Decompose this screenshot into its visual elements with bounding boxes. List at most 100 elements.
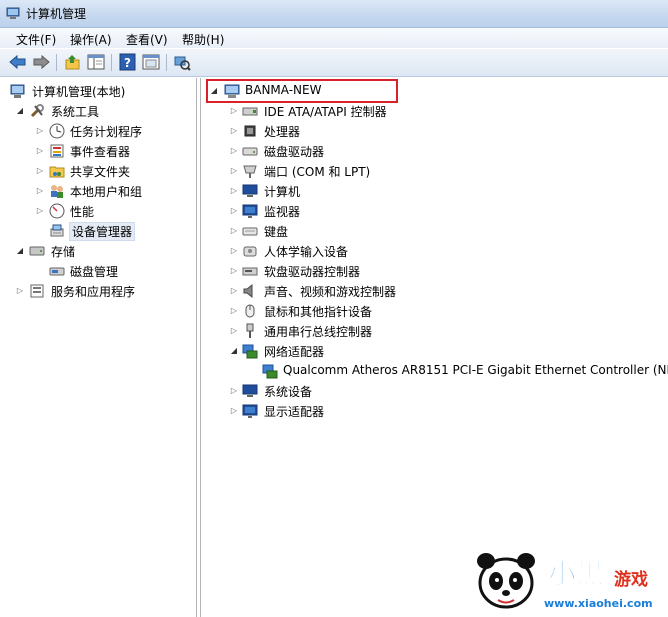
device-category-processor[interactable]: ▷ 处理器	[227, 121, 657, 141]
processor-icon	[244, 125, 256, 137]
expand-arrow-icon[interactable]: ▷	[229, 125, 239, 137]
device-category-label: 监视器	[264, 205, 301, 219]
expand-arrow-icon[interactable]: ▷	[229, 325, 239, 337]
device-category-sound[interactable]: ▷ 声音、视频和游戏控制器	[227, 281, 657, 301]
forward-icon[interactable]	[31, 53, 51, 71]
collapse-arrow-icon[interactable]: ◢	[15, 105, 25, 117]
device-category-label: 通用串行总线控制器	[264, 325, 373, 339]
properties-icon[interactable]	[141, 53, 161, 71]
device-category-floppy-controller[interactable]: ▷ 软盘驱动器控制器	[227, 261, 657, 281]
users-icon	[51, 185, 63, 198]
device-category-label: 网络适配器	[264, 345, 325, 359]
expand-arrow-icon[interactable]: ▷	[229, 105, 239, 117]
device-category-mice[interactable]: ▷ 鼠标和其他指针设备	[227, 301, 657, 321]
device-category-ports[interactable]: ▷ 端口 (COM 和 LPT)	[227, 161, 657, 181]
toolbar: ?	[0, 49, 668, 77]
monitor-icon	[242, 204, 258, 218]
menu-action[interactable]: 操作(A)	[70, 31, 112, 48]
tree-label: 系统工具	[51, 105, 100, 119]
window-title: 计算机管理	[26, 7, 87, 21]
clock-icon	[49, 123, 65, 139]
device-root-computer[interactable]: ◢ BANMA-NEW	[207, 81, 657, 101]
tools-icon	[30, 104, 44, 118]
back-icon[interactable]	[8, 53, 28, 71]
device-category-network[interactable]: ◢ 网络适配器	[227, 341, 657, 361]
tree-item-storage[interactable]: ◢ 存储	[7, 241, 192, 261]
expand-arrow-icon[interactable]: ▷	[35, 185, 45, 197]
device-category-monitors[interactable]: ▷ 监视器	[227, 201, 657, 221]
tree-item-local-users[interactable]: ▷ 本地用户和组	[7, 181, 192, 201]
expand-arrow-icon[interactable]: ▷	[229, 205, 239, 217]
show-hide-tree-icon[interactable]	[86, 53, 106, 71]
expand-arrow-icon[interactable]: ▷	[229, 145, 239, 157]
device-category-hid[interactable]: ▷ 人体学输入设备	[227, 241, 657, 261]
expand-arrow-icon[interactable]: ▷	[229, 305, 239, 317]
expand-arrow-icon[interactable]: ▷	[229, 225, 239, 237]
services-icon	[30, 284, 44, 298]
display-adapter-icon	[242, 404, 258, 418]
device-category-label: 声音、视频和游戏控制器	[264, 285, 397, 299]
collapse-arrow-icon[interactable]: ◢	[209, 85, 219, 97]
expand-arrow-icon[interactable]: ▷	[229, 165, 239, 177]
menu-view[interactable]: 查看(V)	[126, 31, 168, 48]
tree-label: 磁盘管理	[70, 265, 119, 279]
speaker-icon	[243, 283, 253, 299]
computer-icon	[242, 184, 258, 197]
tree-item-system-tools[interactable]: ◢ 系统工具	[7, 101, 192, 121]
tree-label: 计算机管理(本地)	[32, 85, 126, 99]
tree-label: 性能	[70, 205, 95, 219]
computer-management-icon	[6, 7, 20, 19]
device-category-computer[interactable]: ▷ 计算机	[227, 181, 657, 201]
device-category-label: 人体学输入设备	[264, 245, 349, 259]
tree-label: 任务计划程序	[70, 125, 143, 139]
expand-arrow-icon[interactable]: ▷	[35, 145, 45, 157]
device-category-ide[interactable]: ▷ IDE ATA/ATAPI 控制器	[227, 101, 657, 121]
tree-item-disk-management[interactable]: 磁盘管理	[7, 261, 192, 281]
svg-text:www.xiaohei.com: www.xiaohei.com	[544, 597, 653, 610]
up-icon[interactable]	[63, 53, 83, 71]
device-category-label: IDE ATA/ATAPI 控制器	[264, 105, 387, 119]
device-category-disk-drives[interactable]: ▷ 磁盘驱动器	[227, 141, 657, 161]
tree-item-shared-folders[interactable]: ▷ 共享文件夹	[7, 161, 192, 181]
collapse-arrow-icon[interactable]: ◢	[15, 245, 25, 257]
expand-arrow-icon[interactable]: ▷	[229, 405, 239, 417]
device-label: Qualcomm Atheros AR8151 PCI-E Gigabit Et…	[283, 363, 668, 377]
expand-arrow-icon[interactable]: ▷	[229, 245, 239, 257]
tree-item-performance[interactable]: ▷ 性能	[7, 201, 192, 221]
expand-arrow-icon[interactable]: ▷	[15, 285, 25, 297]
expand-arrow-icon[interactable]: ▷	[35, 125, 45, 137]
collapse-arrow-icon[interactable]: ◢	[229, 345, 239, 357]
device-category-label: 软盘驱动器控制器	[264, 265, 361, 279]
tree-item-task-scheduler[interactable]: ▷ 任务计划程序	[7, 121, 192, 141]
tree-item-services-apps[interactable]: ▷ 服务和应用程序	[7, 281, 192, 301]
device-category-display[interactable]: ▷ 显示适配器	[227, 401, 657, 421]
menu-file[interactable]: 文件(F)	[16, 31, 56, 48]
device-category-keyboards[interactable]: ▷ 键盘	[227, 221, 657, 241]
device-category-label: 处理器	[264, 125, 301, 139]
device-network-adapter-qualcomm[interactable]: Qualcomm Atheros AR8151 PCI-E Gigabit Et…	[247, 361, 668, 381]
expand-arrow-icon[interactable]: ▷	[35, 165, 45, 177]
device-category-label: 磁盘驱动器	[264, 145, 325, 159]
expand-arrow-icon[interactable]: ▷	[229, 385, 239, 397]
port-icon	[243, 165, 257, 178]
tree-item-event-viewer[interactable]: ▷ 事件查看器	[7, 141, 192, 161]
expand-arrow-icon[interactable]: ▷	[229, 285, 239, 297]
expand-arrow-icon[interactable]: ▷	[229, 185, 239, 197]
keyboard-icon	[242, 227, 258, 236]
computer-name: BANMA-NEW	[245, 83, 322, 97]
help-icon[interactable]: ?	[118, 53, 138, 71]
scan-hardware-icon[interactable]	[172, 53, 192, 71]
tree-label: 共享文件夹	[70, 165, 131, 179]
ide-controller-icon	[242, 107, 258, 116]
device-category-system[interactable]: ▷ 系统设备	[227, 381, 657, 401]
tree-item-device-manager[interactable]: 设备管理器	[7, 221, 192, 241]
menu-help[interactable]: 帮助(H)	[182, 31, 224, 48]
expand-arrow-icon[interactable]: ▷	[229, 265, 239, 277]
computer-icon	[224, 84, 240, 98]
tree-item-computer-management[interactable]: 计算机管理(本地)	[7, 81, 192, 101]
device-manager-icon	[50, 224, 64, 237]
tree-label: 设备管理器	[68, 222, 136, 241]
floppy-controller-icon	[242, 267, 258, 276]
expand-arrow-icon[interactable]: ▷	[35, 205, 45, 217]
device-category-usb[interactable]: ▷ 通用串行总线控制器	[227, 321, 657, 341]
